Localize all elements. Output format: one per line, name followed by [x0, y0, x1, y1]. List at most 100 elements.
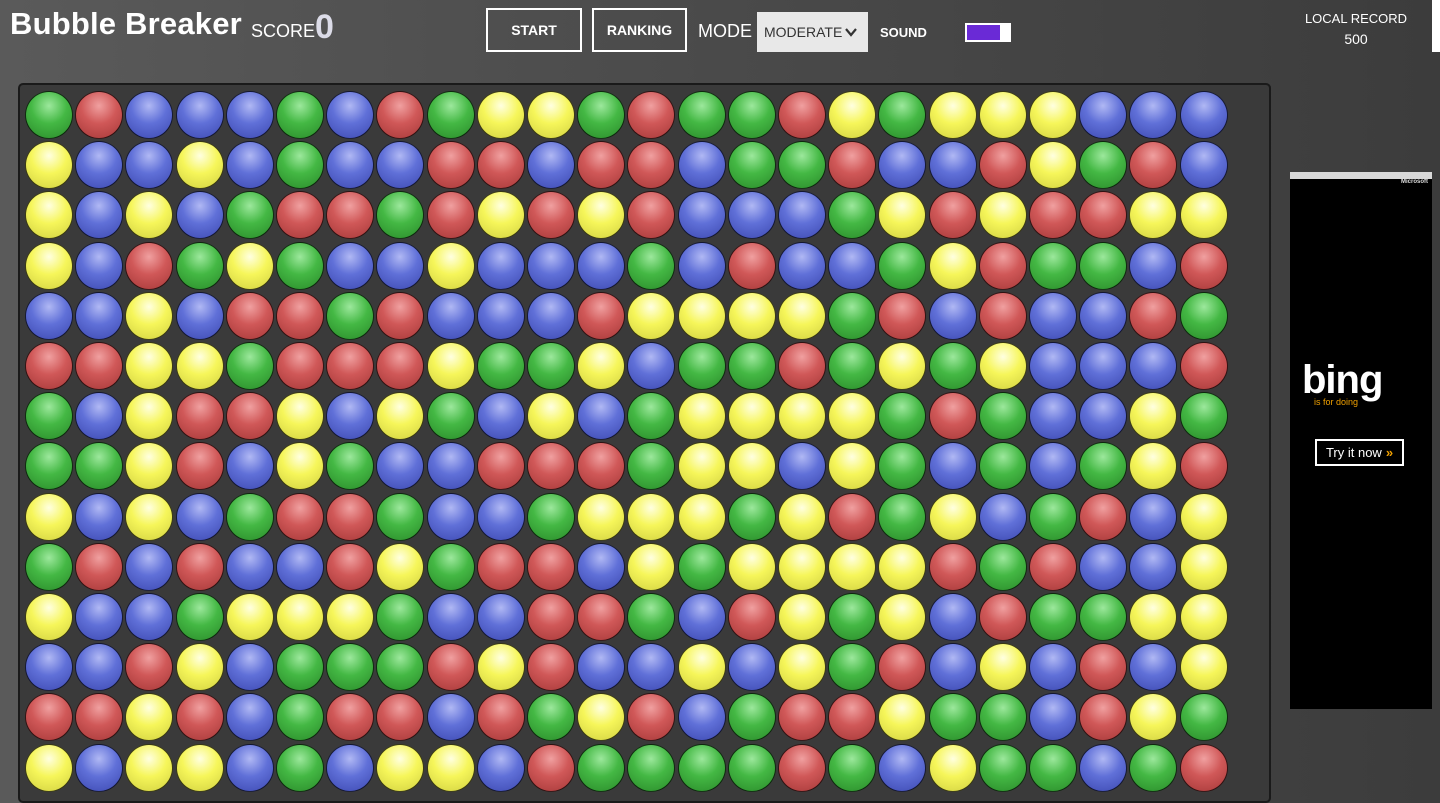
- yellow-bubble[interactable]: [1129, 593, 1178, 641]
- blue-bubble[interactable]: [75, 643, 124, 692]
- red-bubble[interactable]: [1079, 693, 1128, 742]
- blue-bubble[interactable]: [426, 593, 475, 641]
- red-bubble[interactable]: [727, 593, 776, 641]
- yellow-bubble[interactable]: [778, 492, 826, 541]
- blue-bubble[interactable]: [527, 291, 575, 340]
- red-bubble[interactable]: [1179, 743, 1228, 792]
- green-bubble[interactable]: [677, 542, 726, 591]
- scrollbar[interactable]: [1432, 0, 1440, 52]
- blue-bubble[interactable]: [225, 693, 274, 742]
- red-bubble[interactable]: [527, 593, 575, 641]
- red-bubble[interactable]: [577, 291, 626, 340]
- yellow-bubble[interactable]: [1179, 191, 1228, 240]
- red-bubble[interactable]: [828, 693, 877, 742]
- red-bubble[interactable]: [1129, 291, 1178, 340]
- yellow-bubble[interactable]: [577, 191, 626, 240]
- blue-bubble[interactable]: [677, 693, 726, 742]
- blue-bubble[interactable]: [225, 141, 274, 190]
- blue-bubble[interactable]: [225, 542, 274, 591]
- blue-bubble[interactable]: [175, 191, 224, 240]
- blue-bubble[interactable]: [1079, 91, 1128, 139]
- green-bubble[interactable]: [25, 542, 73, 591]
- red-bubble[interactable]: [276, 191, 324, 240]
- yellow-bubble[interactable]: [476, 191, 525, 240]
- red-bubble[interactable]: [978, 241, 1027, 290]
- green-bubble[interactable]: [878, 492, 927, 541]
- red-bubble[interactable]: [978, 291, 1027, 340]
- yellow-bubble[interactable]: [878, 191, 927, 240]
- start-button[interactable]: START: [486, 8, 582, 52]
- green-bubble[interactable]: [326, 442, 375, 491]
- yellow-bubble[interactable]: [828, 442, 877, 491]
- red-bubble[interactable]: [326, 342, 375, 390]
- yellow-bubble[interactable]: [778, 593, 826, 641]
- yellow-bubble[interactable]: [677, 392, 726, 441]
- yellow-bubble[interactable]: [125, 743, 174, 792]
- yellow-bubble[interactable]: [778, 291, 826, 340]
- yellow-bubble[interactable]: [476, 643, 525, 692]
- green-bubble[interactable]: [928, 342, 977, 390]
- yellow-bubble[interactable]: [1179, 542, 1228, 591]
- yellow-bubble[interactable]: [1129, 442, 1178, 491]
- green-bubble[interactable]: [527, 342, 575, 390]
- green-bubble[interactable]: [225, 191, 274, 240]
- yellow-bubble[interactable]: [326, 593, 375, 641]
- sound-toggle[interactable]: [965, 23, 1011, 42]
- red-bubble[interactable]: [778, 743, 826, 792]
- green-bubble[interactable]: [376, 492, 425, 541]
- yellow-bubble[interactable]: [476, 91, 525, 139]
- yellow-bubble[interactable]: [828, 542, 877, 591]
- blue-bubble[interactable]: [1129, 342, 1178, 390]
- blue-bubble[interactable]: [75, 241, 124, 290]
- yellow-bubble[interactable]: [978, 91, 1027, 139]
- blue-bubble[interactable]: [225, 91, 274, 139]
- yellow-bubble[interactable]: [878, 542, 927, 591]
- yellow-bubble[interactable]: [627, 291, 676, 340]
- yellow-bubble[interactable]: [577, 492, 626, 541]
- yellow-bubble[interactable]: [828, 392, 877, 441]
- green-bubble[interactable]: [25, 392, 73, 441]
- red-bubble[interactable]: [627, 693, 676, 742]
- yellow-bubble[interactable]: [125, 693, 174, 742]
- blue-bubble[interactable]: [928, 643, 977, 692]
- green-bubble[interactable]: [978, 693, 1027, 742]
- yellow-bubble[interactable]: [125, 342, 174, 390]
- blue-bubble[interactable]: [75, 492, 124, 541]
- blue-bubble[interactable]: [476, 241, 525, 290]
- blue-bubble[interactable]: [1079, 342, 1128, 390]
- yellow-bubble[interactable]: [25, 743, 73, 792]
- green-bubble[interactable]: [677, 91, 726, 139]
- blue-bubble[interactable]: [75, 191, 124, 240]
- blue-bubble[interactable]: [1029, 442, 1077, 491]
- green-bubble[interactable]: [828, 191, 877, 240]
- red-bubble[interactable]: [978, 141, 1027, 190]
- red-bubble[interactable]: [828, 492, 877, 541]
- blue-bubble[interactable]: [1029, 643, 1077, 692]
- red-bubble[interactable]: [527, 442, 575, 491]
- yellow-bubble[interactable]: [1129, 392, 1178, 441]
- yellow-bubble[interactable]: [426, 743, 475, 792]
- red-bubble[interactable]: [1029, 542, 1077, 591]
- yellow-bubble[interactable]: [978, 643, 1027, 692]
- yellow-bubble[interactable]: [25, 593, 73, 641]
- green-bubble[interactable]: [577, 91, 626, 139]
- yellow-bubble[interactable]: [978, 342, 1027, 390]
- blue-bubble[interactable]: [928, 291, 977, 340]
- blue-bubble[interactable]: [1129, 241, 1178, 290]
- green-bubble[interactable]: [276, 643, 324, 692]
- red-bubble[interactable]: [627, 191, 676, 240]
- yellow-bubble[interactable]: [928, 91, 977, 139]
- red-bubble[interactable]: [778, 693, 826, 742]
- green-bubble[interactable]: [527, 492, 575, 541]
- red-bubble[interactable]: [727, 241, 776, 290]
- blue-bubble[interactable]: [727, 643, 776, 692]
- blue-bubble[interactable]: [326, 141, 375, 190]
- green-bubble[interactable]: [1079, 593, 1128, 641]
- yellow-bubble[interactable]: [376, 743, 425, 792]
- green-bubble[interactable]: [727, 342, 776, 390]
- blue-bubble[interactable]: [627, 342, 676, 390]
- yellow-bubble[interactable]: [778, 392, 826, 441]
- red-bubble[interactable]: [1179, 442, 1228, 491]
- blue-bubble[interactable]: [75, 291, 124, 340]
- green-bubble[interactable]: [1179, 392, 1228, 441]
